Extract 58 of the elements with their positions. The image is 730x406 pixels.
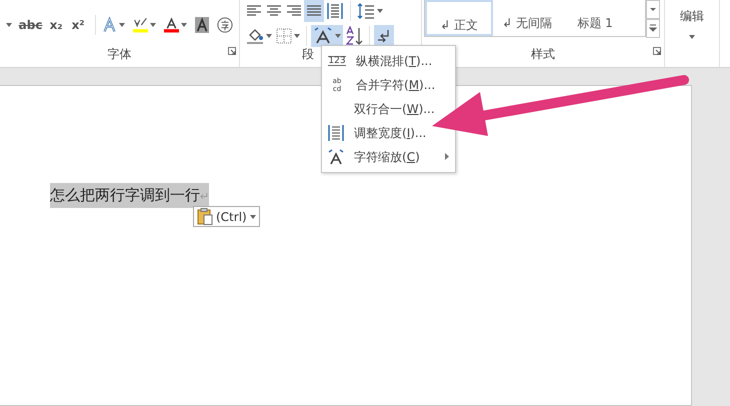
style-item[interactable]: ↲ 无间隔	[493, 0, 561, 36]
sort-button[interactable]	[343, 25, 365, 47]
editing-button[interactable]: 编辑	[665, 6, 719, 46]
font-color-icon	[164, 16, 179, 34]
dropdown-caret-icon	[6, 23, 12, 27]
justify-button[interactable]	[304, 0, 324, 22]
character-scale-icon	[313, 27, 333, 45]
dropdown-caret-icon	[294, 34, 300, 38]
text-effects-icon	[102, 16, 117, 34]
menu-item[interactable]: 123 纵横混排(T)...	[322, 49, 455, 73]
asian-button[interactable]	[311, 25, 343, 47]
group-label: 段	[302, 46, 314, 63]
dialog-launcher-icon[interactable]	[653, 46, 661, 55]
menu-item[interactable]: 字符缩放(C)	[322, 145, 455, 169]
paste-options-button[interactable]: (Ctrl)	[193, 206, 260, 227]
dialog-launcher-icon[interactable]	[228, 46, 236, 55]
format-button[interactable]: x²	[69, 14, 88, 36]
dropdown-caret-icon	[180, 22, 187, 27]
character-scale-icon	[328, 149, 344, 165]
style-item[interactable]: 标题 1	[561, 0, 629, 36]
paint-bucket-icon	[246, 27, 264, 45]
document-text: 怎么把两行字调到一行↵	[50, 183, 210, 208]
fit-width-icon	[328, 125, 344, 141]
menu-item[interactable]: 双行合一(W)...	[322, 97, 455, 121]
style-item[interactable]: ↲ 正文	[425, 0, 493, 36]
distributed-icon	[326, 2, 344, 20]
dropdown-caret-icon	[335, 34, 341, 38]
submenu-arrow-icon	[445, 153, 449, 160]
enclosed-character-icon	[217, 16, 234, 34]
align-center-icon	[266, 4, 282, 18]
format-button[interactable]: abc	[18, 14, 44, 36]
dropdown-caret-icon	[118, 22, 125, 27]
align-right-icon	[286, 4, 302, 18]
more-styles-button[interactable]	[646, 19, 660, 38]
shaded-letter-icon	[194, 16, 210, 34]
rtl-button[interactable]	[374, 25, 394, 47]
scroll-down-button[interactable]	[646, 0, 660, 19]
highlighter-icon	[132, 16, 148, 34]
shade-button[interactable]	[192, 14, 212, 36]
sort-icon	[345, 26, 363, 46]
group-label: 字体	[108, 46, 132, 63]
dropdown-caret-icon	[689, 34, 695, 39]
clipboard-icon	[197, 208, 213, 225]
justify-icon	[306, 4, 322, 18]
align-left-icon	[246, 4, 262, 18]
format-button[interactable]: x₂	[47, 14, 66, 36]
menu-icon-text: 123	[328, 56, 346, 66]
menu-item[interactable]: 调整宽度(I)...	[322, 121, 455, 145]
dropdown-caret-icon	[266, 34, 272, 38]
borders-icon	[276, 28, 292, 44]
dropdown-caret-icon	[250, 215, 256, 220]
line-spacing-icon	[357, 2, 375, 20]
style-name: ↲ 正文	[439, 17, 479, 34]
style-name: ↲ 无间隔	[501, 15, 553, 32]
dropdown-caret-icon	[150, 22, 156, 27]
group-label: 样式	[531, 46, 555, 63]
dropdown-caret-icon	[377, 8, 383, 13]
style-name: 标题 1	[576, 15, 614, 32]
